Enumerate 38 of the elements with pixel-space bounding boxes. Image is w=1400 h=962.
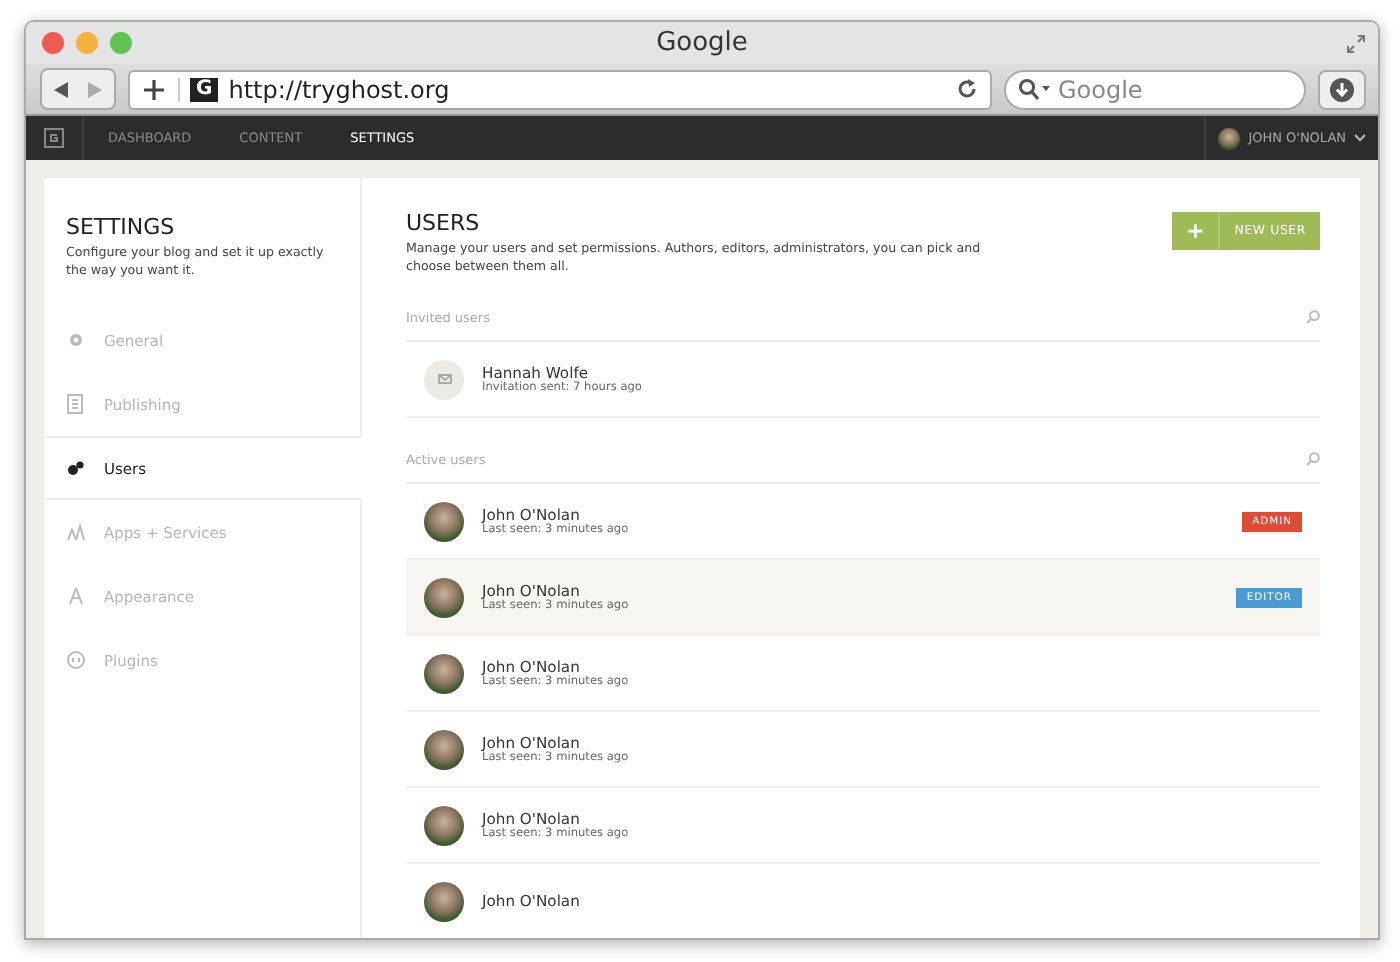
address-bar[interactable]: G http://tryghost.org [128, 69, 992, 109]
download-icon [1330, 77, 1354, 101]
chevron-down-icon [1354, 134, 1366, 142]
page-title: USERS [406, 210, 482, 236]
zoom-button[interactable] [110, 32, 132, 54]
avatar [424, 805, 464, 845]
avatar [424, 501, 464, 541]
avatar [1218, 127, 1241, 149]
search-icon [1306, 310, 1320, 324]
search-input[interactable]: Google [1058, 75, 1258, 103]
search-icon [1018, 78, 1050, 100]
avatar [424, 729, 464, 769]
reload-icon [956, 78, 978, 100]
apps-icon [66, 522, 86, 542]
document-icon [66, 394, 86, 414]
plug-icon [66, 650, 86, 670]
envelope-icon [437, 374, 451, 384]
gear-icon [66, 330, 86, 350]
site-favicon: G [190, 77, 219, 101]
search-field[interactable]: Google [1004, 69, 1306, 109]
minimize-button[interactable] [76, 32, 98, 54]
ghost-logo-icon [44, 128, 64, 148]
close-button[interactable] [42, 32, 64, 54]
sidebar-title: SETTINGS [66, 214, 177, 240]
brush-icon [66, 586, 86, 606]
url-text: http://tryghost.org [228, 75, 452, 103]
downloads-button[interactable] [1318, 69, 1366, 109]
back-forward-buttons[interactable] [40, 68, 116, 110]
forward-icon [86, 81, 102, 97]
avatar [424, 653, 464, 693]
search-icon [1306, 452, 1320, 466]
avatar [424, 577, 464, 617]
back-icon [54, 81, 70, 97]
window-title: Google [654, 28, 750, 58]
users-icon [66, 458, 86, 478]
plus-icon [142, 77, 180, 101]
fullscreen-icon [1346, 33, 1366, 53]
avatar [424, 881, 464, 921]
